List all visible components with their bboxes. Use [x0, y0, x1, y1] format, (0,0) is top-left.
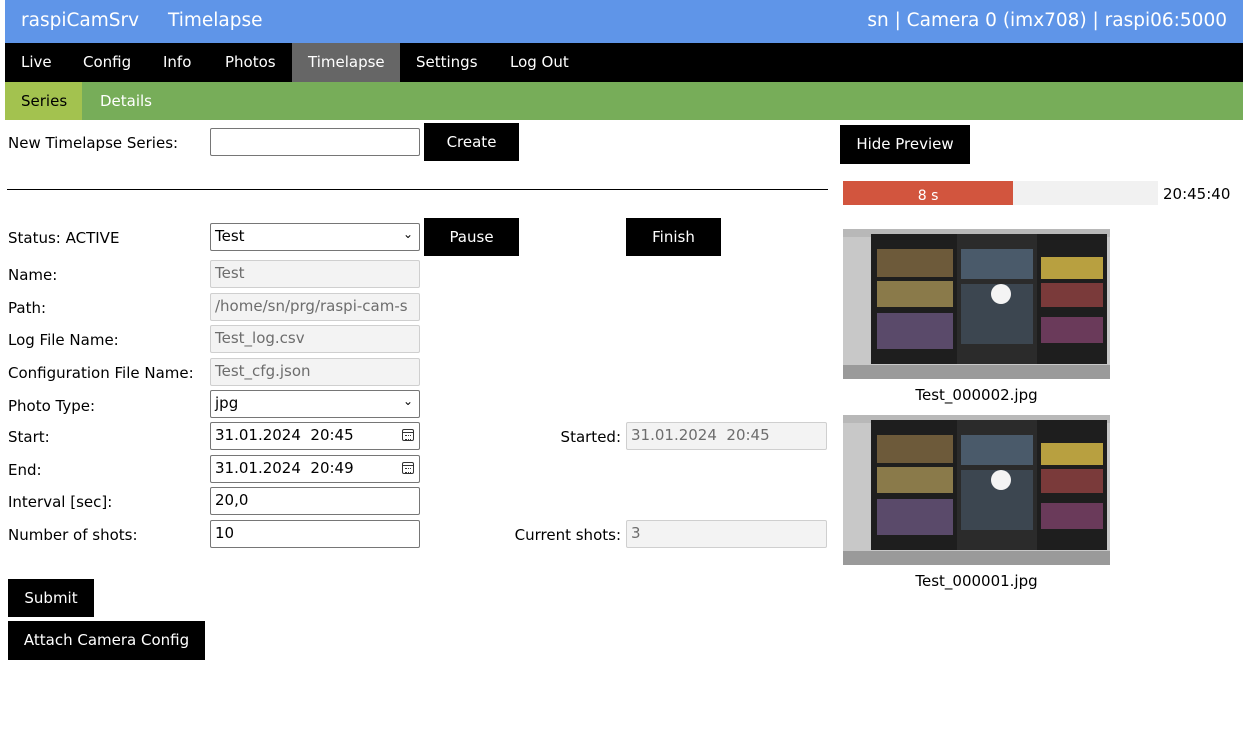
main-nav: Live Config Info Photos Timelapse Settin… [5, 43, 1243, 82]
tab-series[interactable]: Series [5, 82, 82, 120]
create-button[interactable]: Create [424, 123, 519, 161]
series-select-value: Test [215, 227, 245, 245]
title-bar: raspiCamSrv Timelapse sn | Camera 0 (imx… [5, 0, 1243, 43]
photo-type-label: Photo Type: [8, 397, 96, 415]
end-datetime-input[interactable]: 31.01.2024 20:49 [210, 455, 420, 483]
bookshelf-photo [843, 415, 1110, 565]
calendar-icon[interactable] [402, 462, 414, 474]
pause-button[interactable]: Pause [424, 218, 519, 256]
photo-type-select[interactable]: jpg ⌄ [210, 390, 420, 418]
nav-config[interactable]: Config [67, 43, 147, 82]
nav-live[interactable]: Live [5, 43, 68, 82]
interval-input[interactable]: 20,0 [210, 487, 420, 515]
path-label: Path: [8, 299, 47, 317]
attach-camera-config-button[interactable]: Attach Camera Config [8, 621, 205, 660]
chevron-down-icon: ⌄ [402, 227, 413, 241]
log-file-field[interactable]: Test_log.csv [210, 325, 420, 353]
series-select[interactable]: Test ⌄ [210, 223, 420, 251]
bookshelf-photo [843, 229, 1110, 379]
config-file-label: Configuration File Name: [8, 364, 194, 382]
nav-timelapse[interactable]: Timelapse [292, 43, 400, 82]
new-series-input[interactable] [210, 128, 420, 156]
finish-button[interactable]: Finish [626, 218, 721, 256]
started-field[interactable]: 31.01.2024 20:45 [626, 422, 827, 450]
divider [7, 189, 828, 190]
shots-input[interactable]: 10 [210, 520, 420, 548]
name-field[interactable]: Test [210, 260, 420, 288]
start-datetime-value: 31.01.2024 20:45 [215, 426, 354, 444]
current-time: 20:45:40 [1163, 185, 1231, 203]
submit-button[interactable]: Submit [8, 579, 94, 617]
new-series-label: New Timelapse Series: [8, 134, 179, 152]
sub-nav: Series Details [5, 82, 1243, 120]
preview-caption: Test_000002.jpg [915, 386, 1038, 404]
hide-preview-button[interactable]: Hide Preview [840, 125, 970, 164]
countdown-bar: 8 s [843, 181, 1158, 205]
path-field[interactable]: /home/sn/prg/raspi-cam-s [210, 293, 420, 321]
app-title: raspiCamSrv [21, 10, 140, 31]
photo-type-value: jpg [215, 394, 239, 412]
end-datetime-value: 31.01.2024 20:49 [215, 459, 354, 477]
camera-info: sn | Camera 0 (imx708) | raspi06:5000 [867, 10, 1227, 31]
nav-photos[interactable]: Photos [209, 43, 292, 82]
preview-caption: Test_000001.jpg [915, 572, 1038, 590]
started-label: Started: [560, 428, 621, 446]
start-label: Start: [8, 428, 50, 446]
countdown-fill: 8 s [843, 181, 1014, 205]
current-shots-field[interactable]: 3 [626, 520, 827, 548]
chevron-down-icon: ⌄ [402, 394, 413, 408]
log-file-label: Log File Name: [8, 331, 119, 349]
current-shots-label: Current shots: [514, 526, 621, 544]
nav-logout[interactable]: Log Out [494, 43, 585, 82]
config-file-field[interactable]: Test_cfg.json [210, 358, 420, 386]
shots-label: Number of shots: [8, 526, 138, 544]
nav-info[interactable]: Info [147, 43, 207, 82]
preview-image[interactable] [843, 415, 1110, 565]
preview-image[interactable] [843, 229, 1110, 379]
interval-label: Interval [sec]: [8, 493, 113, 511]
end-label: End: [8, 461, 42, 479]
name-label: Name: [8, 266, 58, 284]
status-label: Status: ACTIVE [8, 229, 120, 247]
start-datetime-input[interactable]: 31.01.2024 20:45 [210, 422, 420, 450]
nav-settings[interactable]: Settings [400, 43, 494, 82]
tab-details[interactable]: Details [84, 82, 168, 120]
calendar-icon[interactable] [402, 429, 414, 441]
page-title: Timelapse [168, 10, 263, 31]
